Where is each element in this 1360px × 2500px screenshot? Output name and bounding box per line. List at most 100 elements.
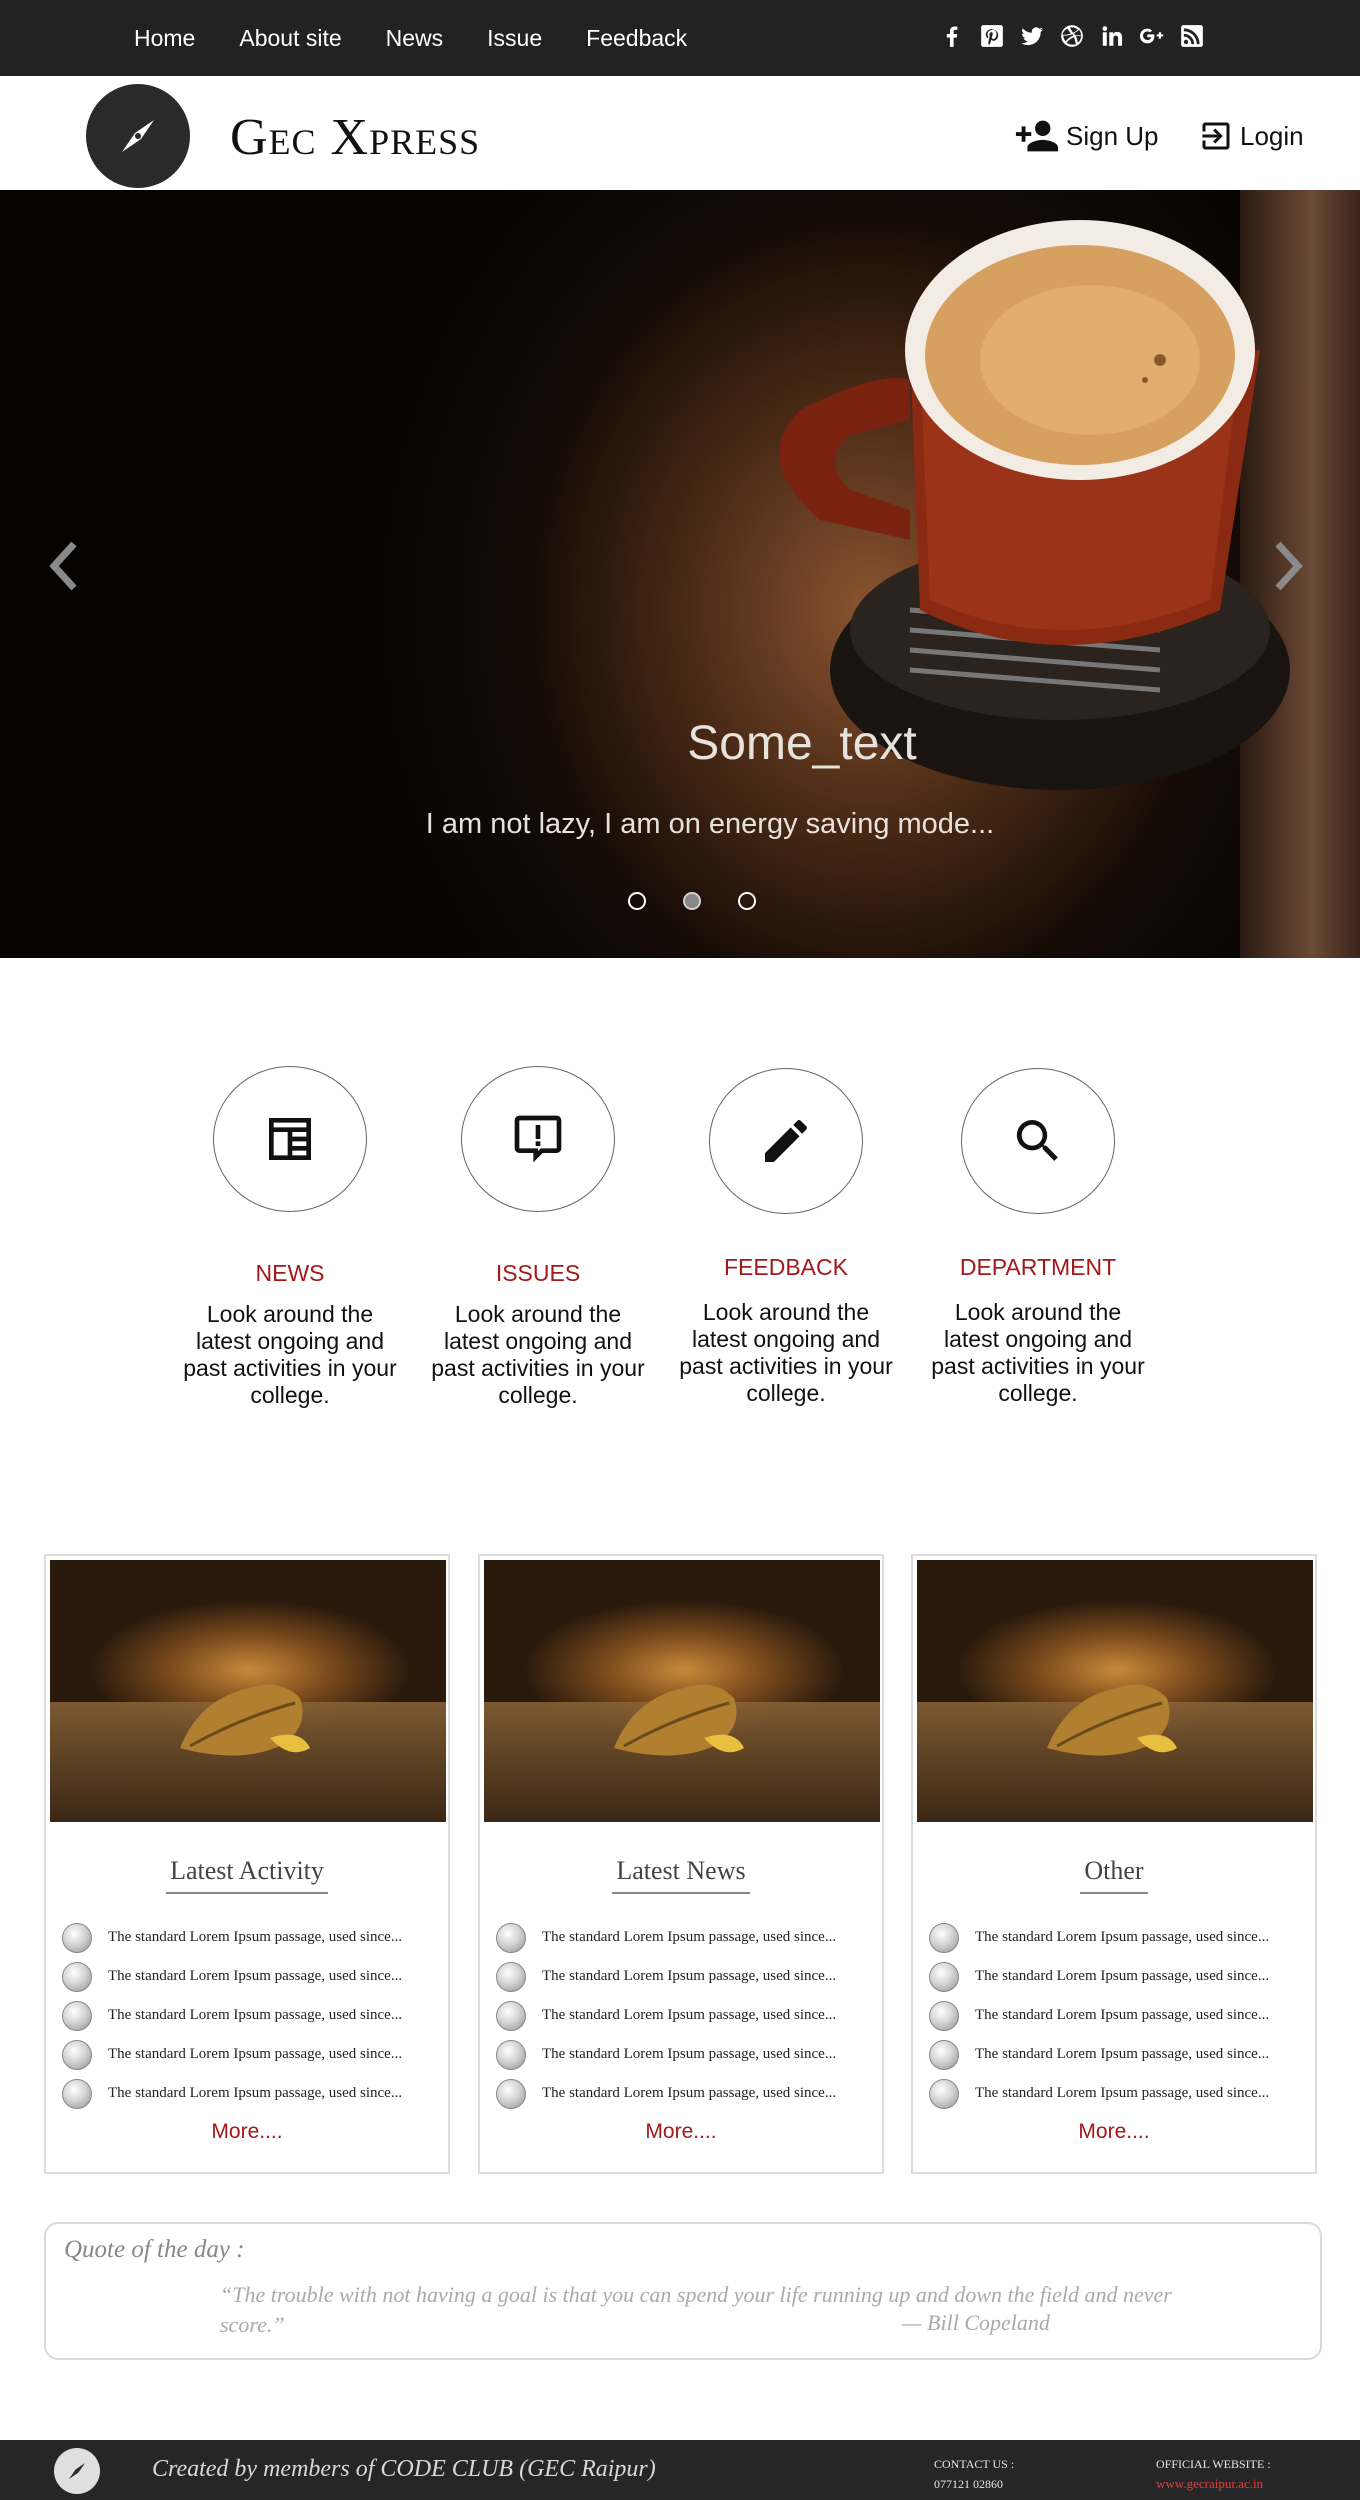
leaf-photo [917, 1560, 1313, 1822]
pencil-icon [765, 1120, 807, 1162]
more-link[interactable]: More.... [46, 2120, 448, 2144]
list-item[interactable]: The standard Lorem Ipsum passage, used s… [62, 1957, 442, 1996]
signup-label: Sign Up [1066, 120, 1159, 151]
hero-title: Some_text [687, 717, 917, 770]
bullet-icon [496, 2000, 526, 2031]
nav-news-link[interactable]: News [386, 25, 444, 52]
compass-logo-icon[interactable] [86, 84, 190, 188]
nav-home-link[interactable]: Home [134, 25, 195, 52]
more-link[interactable]: More.... [480, 2120, 882, 2144]
list-item-text: The standard Lorem Ipsum passage, used s… [975, 2046, 1270, 2062]
card-list: The standard Lorem Ipsum passage, used s… [929, 1918, 1309, 2113]
bullet-icon [929, 2078, 959, 2109]
list-item[interactable]: The standard Lorem Ipsum passage, used s… [62, 1918, 442, 1957]
coffee-cup-image [779, 220, 1290, 790]
login-label: Login [1240, 120, 1304, 151]
quote-label: Quote of the day : [64, 2236, 245, 2263]
official-website-link[interactable]: www.gecraipur.ac.in [1156, 2474, 1271, 2494]
signup-button[interactable]: Sign Up [1014, 116, 1159, 156]
more-link[interactable]: More.... [913, 2120, 1315, 2144]
bullet-icon [496, 1961, 526, 1992]
carousel-dot-1[interactable] [628, 892, 646, 910]
rss-icon[interactable] [1178, 22, 1206, 50]
list-item[interactable]: The standard Lorem Ipsum passage, used s… [929, 1957, 1309, 1996]
login-icon [1202, 122, 1230, 150]
login-button[interactable]: Login [1198, 116, 1304, 156]
google-plus-icon[interactable] [1138, 22, 1166, 50]
footer-contact: CONTACT US : 077121 02860 [934, 2454, 1014, 2494]
alert-message-icon [514, 1115, 562, 1163]
carousel-prev-arrow[interactable] [44, 536, 84, 596]
carousel-next-arrow[interactable] [1268, 536, 1308, 596]
list-item-text: The standard Lorem Ipsum passage, used s… [108, 1929, 403, 1945]
carousel-dot-3[interactable] [738, 892, 756, 910]
bullet-icon [62, 1961, 92, 1992]
hero-subtitle: I am not lazy, I am on energy saving mod… [425, 808, 995, 840]
feature-department-desc: Look around the latest ongoing and past … [931, 1299, 1145, 1406]
bullet-icon [62, 1922, 92, 1953]
card-latest-activity: Latest Activity The standard Lorem Ipsum… [44, 1554, 450, 2174]
carousel-dot-2[interactable] [683, 892, 701, 910]
list-item-text: The standard Lorem Ipsum passage, used s… [542, 1929, 837, 1945]
list-item-text: The standard Lorem Ipsum passage, used s… [975, 2085, 1270, 2101]
feature-news: NEWS Look around the latest ongoing and … [180, 1066, 400, 1409]
brand-header: Gec Xpress Sign Up Login [0, 76, 1360, 190]
card-list: The standard Lorem Ipsum passage, used s… [62, 1918, 442, 2113]
search-icon [1016, 1120, 1058, 1161]
feature-department-button[interactable] [961, 1068, 1115, 1214]
bullet-icon [62, 2078, 92, 2109]
card-list: The standard Lorem Ipsum passage, used s… [496, 1918, 876, 2113]
list-item[interactable]: The standard Lorem Ipsum passage, used s… [929, 1918, 1309, 1957]
feature-feedback-title[interactable]: FEEDBACK [676, 1254, 896, 1281]
list-item-text: The standard Lorem Ipsum passage, used s… [975, 1968, 1270, 1984]
leaf-image [1047, 1684, 1177, 1756]
nav-about-link[interactable]: About site [239, 25, 341, 52]
list-item[interactable]: The standard Lorem Ipsum passage, used s… [496, 1996, 876, 2035]
feature-issues-desc: Look around the latest ongoing and past … [431, 1301, 645, 1408]
feature-feedback: FEEDBACK Look around the latest ongoing … [676, 1068, 896, 1407]
dribbble-icon[interactable] [1058, 22, 1086, 50]
bullet-icon [62, 2039, 92, 2070]
feature-news-button[interactable] [213, 1066, 367, 1212]
pinterest-icon[interactable] [978, 22, 1006, 50]
footer-official-website: OFFICIAL WEBSITE : www.gecraipur.ac.in [1156, 2454, 1271, 2494]
nav-feedback-link[interactable]: Feedback [586, 25, 687, 52]
feature-news-title[interactable]: NEWS [180, 1260, 400, 1287]
list-item[interactable]: The standard Lorem Ipsum passage, used s… [496, 2035, 876, 2074]
list-item-text: The standard Lorem Ipsum passage, used s… [542, 2007, 837, 2023]
bullet-icon [929, 1961, 959, 1992]
facebook-icon[interactable] [938, 22, 966, 50]
list-item[interactable]: The standard Lorem Ipsum passage, used s… [62, 2035, 442, 2074]
feature-feedback-button[interactable] [709, 1068, 863, 1214]
feature-issues-title[interactable]: ISSUES [428, 1260, 648, 1287]
list-item[interactable]: The standard Lorem Ipsum passage, used s… [496, 1918, 876, 1957]
list-item[interactable]: The standard Lorem Ipsum passage, used s… [62, 1996, 442, 2035]
list-item[interactable]: The standard Lorem Ipsum passage, used s… [62, 2074, 442, 2113]
top-nav: Home About site News Issue Feedback [0, 0, 1360, 76]
quote-of-the-day: Quote of the day : “The trouble with not… [44, 2222, 1322, 2360]
feature-feedback-desc: Look around the latest ongoing and past … [679, 1299, 893, 1406]
card-title: Latest News [480, 1856, 882, 1894]
card-title-text: Other [1080, 1856, 1148, 1894]
card-title-text: Latest News [612, 1856, 750, 1894]
linkedin-icon[interactable] [1098, 22, 1126, 50]
quote-author: — Bill Copeland [902, 2310, 1050, 2335]
list-item[interactable]: The standard Lorem Ipsum passage, used s… [929, 2035, 1309, 2074]
list-item[interactable]: The standard Lorem Ipsum passage, used s… [496, 2074, 876, 2113]
twitter-icon[interactable] [1018, 22, 1046, 50]
feature-issues-button[interactable] [461, 1066, 615, 1212]
list-item-text: The standard Lorem Ipsum passage, used s… [975, 1929, 1270, 1945]
chevron-right-icon [1275, 541, 1303, 591]
list-item[interactable]: The standard Lorem Ipsum passage, used s… [496, 1957, 876, 1996]
nav-issue-link[interactable]: Issue [487, 25, 542, 52]
list-item[interactable]: The standard Lorem Ipsum passage, used s… [929, 1996, 1309, 2035]
site-title[interactable]: Gec Xpress [230, 108, 480, 167]
compass-logo-icon[interactable] [54, 2448, 100, 2494]
card-title-text: Latest Activity [166, 1856, 328, 1894]
list-item-text: The standard Lorem Ipsum passage, used s… [542, 1968, 837, 1984]
feature-department: DEPARTMENT Look around the latest ongoin… [928, 1068, 1148, 1407]
list-item[interactable]: The standard Lorem Ipsum passage, used s… [929, 2074, 1309, 2113]
hero-carousel: Some_text I am not lazy, I am on energy … [0, 190, 1360, 958]
list-item-text: The standard Lorem Ipsum passage, used s… [542, 2046, 837, 2062]
feature-department-title[interactable]: DEPARTMENT [928, 1254, 1148, 1281]
